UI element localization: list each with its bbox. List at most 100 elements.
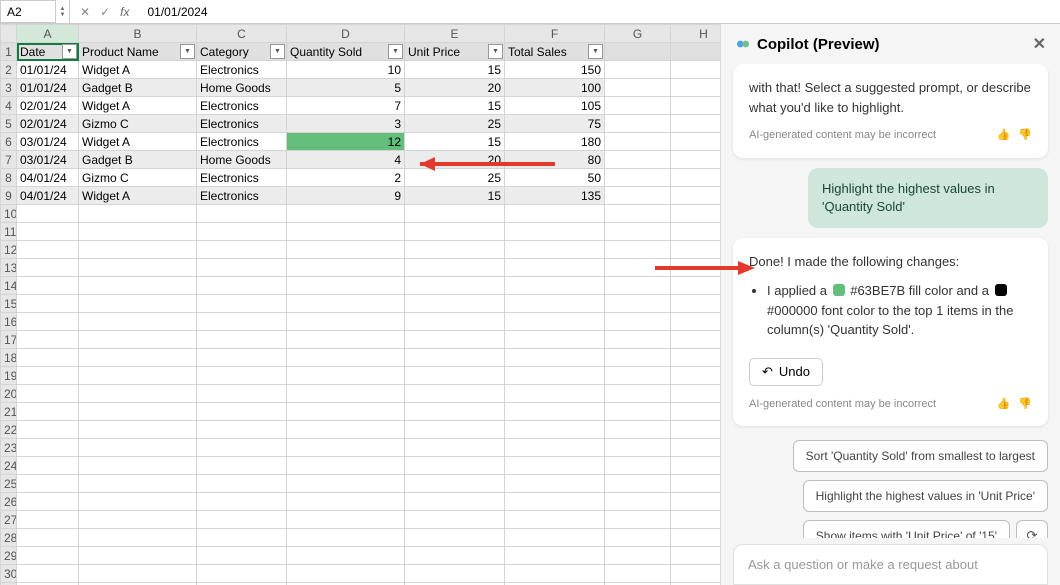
cell[interactable]: Widget A <box>79 97 197 115</box>
cell[interactable]: Gizmo C <box>79 115 197 133</box>
cell[interactable]: 100 <box>505 79 605 97</box>
formula-input[interactable]: 01/01/2024 <box>139 5 1060 19</box>
col-header-A[interactable]: A <box>17 25 79 43</box>
cell[interactable]: 50 <box>505 169 605 187</box>
cell[interactable]: 5 <box>287 79 405 97</box>
cell[interactable]: 2 <box>287 169 405 187</box>
filter-icon[interactable]: ▼ <box>270 44 285 59</box>
row-header[interactable]: 20 <box>1 385 17 403</box>
refresh-icon[interactable]: ⟳ <box>1016 520 1048 538</box>
row-header[interactable]: 15 <box>1 295 17 313</box>
cell[interactable]: 15 <box>405 97 505 115</box>
filter-icon[interactable]: ▼ <box>488 44 503 59</box>
cell[interactable]: 15 <box>405 61 505 79</box>
thumbs-up-icon[interactable]: 👍 <box>997 127 1011 144</box>
row-header[interactable]: 21 <box>1 403 17 421</box>
header-total[interactable]: Total Sales▼ <box>505 43 605 61</box>
cell[interactable]: 9 <box>287 187 405 205</box>
name-box-stepper[interactable]: ▲▼ <box>56 0 70 23</box>
cell[interactable]: Electronics <box>197 61 287 79</box>
row-header[interactable]: 10 <box>1 205 17 223</box>
thumbs-up-icon[interactable]: 👍 <box>997 396 1011 413</box>
row-header[interactable]: 27 <box>1 511 17 529</box>
row-header[interactable]: 25 <box>1 475 17 493</box>
cell[interactable]: 03/01/24 <box>17 151 79 169</box>
cell[interactable]: 75 <box>505 115 605 133</box>
col-header-C[interactable]: C <box>197 25 287 43</box>
col-header-G[interactable]: G <box>605 25 671 43</box>
col-header-D[interactable]: D <box>287 25 405 43</box>
header-price[interactable]: Unit Price▼ <box>405 43 505 61</box>
row-header[interactable]: 11 <box>1 223 17 241</box>
cell[interactable]: 135 <box>505 187 605 205</box>
select-all-corner[interactable] <box>1 25 17 43</box>
cell[interactable]: Gadget B <box>79 79 197 97</box>
ask-input[interactable]: Ask a question or make a request about <box>733 544 1048 585</box>
header-category[interactable]: Category▼ <box>197 43 287 61</box>
row-header[interactable]: 14 <box>1 277 17 295</box>
row-header[interactable]: 6 <box>1 133 17 151</box>
cell[interactable]: Widget A <box>79 61 197 79</box>
cell[interactable]: 4 <box>287 151 405 169</box>
cell[interactable]: 80 <box>505 151 605 169</box>
name-box[interactable]: A2 <box>0 0 56 23</box>
cell[interactable]: 04/01/24 <box>17 187 79 205</box>
spreadsheet[interactable]: A B C D E F G H 1 Date▼ Product Name▼ Ca… <box>0 24 720 585</box>
cell[interactable]: 15 <box>405 187 505 205</box>
row-header[interactable]: 7 <box>1 151 17 169</box>
suggestion-button[interactable]: Highlight the highest values in 'Unit Pr… <box>803 480 1048 512</box>
row-header[interactable]: 17 <box>1 331 17 349</box>
undo-button[interactable]: ↶ Undo <box>749 358 823 386</box>
row-header[interactable]: 3 <box>1 79 17 97</box>
cell[interactable]: Gizmo C <box>79 169 197 187</box>
cell[interactable]: 02/01/24 <box>17 115 79 133</box>
row-header[interactable]: 22 <box>1 421 17 439</box>
header-date[interactable]: Date▼ <box>17 43 79 61</box>
cell[interactable]: Electronics <box>197 187 287 205</box>
row-header[interactable]: 16 <box>1 313 17 331</box>
cell[interactable]: Home Goods <box>197 79 287 97</box>
cell[interactable]: Electronics <box>197 115 287 133</box>
row-header[interactable]: 8 <box>1 169 17 187</box>
cell[interactable]: Electronics <box>197 169 287 187</box>
cell[interactable]: 180 <box>505 133 605 151</box>
row-header[interactable]: 1 <box>1 43 17 61</box>
cell[interactable]: 03/01/24 <box>17 133 79 151</box>
col-header-H[interactable]: H <box>671 25 721 43</box>
cell[interactable]: Widget A <box>79 187 197 205</box>
cell[interactable]: Widget A <box>79 133 197 151</box>
thumbs-down-icon[interactable]: 👎 <box>1018 127 1032 144</box>
row-header[interactable]: 24 <box>1 457 17 475</box>
row-header[interactable]: 13 <box>1 259 17 277</box>
cell[interactable]: 15 <box>405 133 505 151</box>
filter-icon[interactable]: ▼ <box>62 44 77 59</box>
cell[interactable]: 12 <box>287 133 405 151</box>
cell[interactable]: Home Goods <box>197 151 287 169</box>
close-icon[interactable]: ✕ <box>1033 34 1046 54</box>
suggestion-button[interactable]: Show items with 'Unit Price' of '15' <box>803 520 1010 538</box>
cell[interactable]: 7 <box>287 97 405 115</box>
filter-icon[interactable]: ▼ <box>388 44 403 59</box>
fx-icon[interactable]: fx <box>120 5 129 19</box>
col-header-F[interactable]: F <box>505 25 605 43</box>
filter-icon[interactable]: ▼ <box>588 44 603 59</box>
row-header[interactable]: 23 <box>1 439 17 457</box>
cell[interactable]: Gadget B <box>79 151 197 169</box>
row-header[interactable]: 5 <box>1 115 17 133</box>
col-header-B[interactable]: B <box>79 25 197 43</box>
cell[interactable]: 20 <box>405 151 505 169</box>
cell[interactable]: 150 <box>505 61 605 79</box>
cell[interactable]: Electronics <box>197 97 287 115</box>
row-header[interactable]: 2 <box>1 61 17 79</box>
row-header[interactable]: 9 <box>1 187 17 205</box>
header-qty[interactable]: Quantity Sold▼ <box>287 43 405 61</box>
row-header[interactable]: 18 <box>1 349 17 367</box>
col-header-E[interactable]: E <box>405 25 505 43</box>
cell[interactable]: 01/01/24 <box>17 79 79 97</box>
cell[interactable]: 105 <box>505 97 605 115</box>
cancel-icon[interactable]: ✕ <box>80 5 90 19</box>
row-header[interactable]: 26 <box>1 493 17 511</box>
cell[interactable]: 3 <box>287 115 405 133</box>
row-header[interactable]: 12 <box>1 241 17 259</box>
cell[interactable]: Electronics <box>197 133 287 151</box>
